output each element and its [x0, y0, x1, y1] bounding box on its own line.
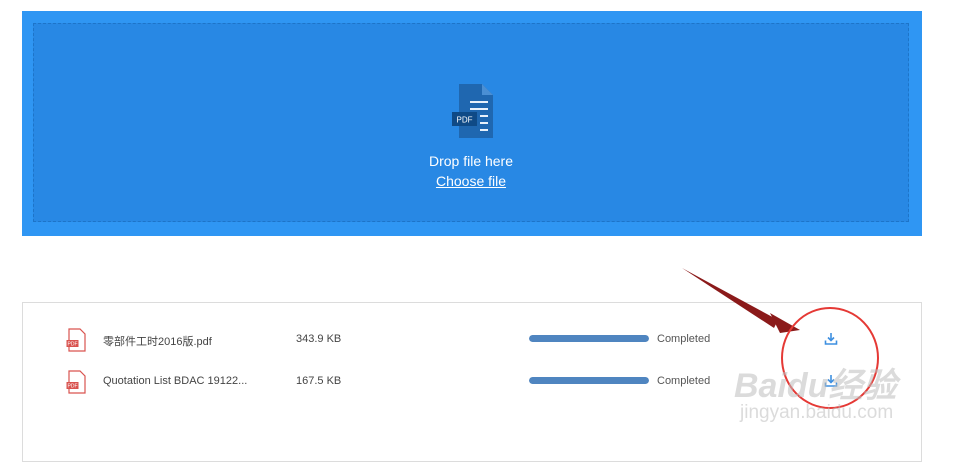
progress-fill — [529, 335, 649, 342]
upload-panel: PDF Drop file here Choose file — [22, 11, 922, 236]
pdf-document-icon: PDF — [452, 84, 493, 138]
download-icon[interactable] — [823, 331, 839, 347]
download-icon[interactable] — [823, 373, 839, 389]
svg-text:PDF: PDF — [68, 384, 78, 390]
progress-bar — [529, 335, 649, 342]
progress-bar — [529, 377, 649, 384]
pdf-badge-text: PDF — [457, 116, 473, 125]
file-row: PDF 零部件工时2016版.pdf 343.9 KB Completed — [23, 326, 921, 354]
choose-file-link[interactable]: Choose file — [436, 173, 506, 189]
drop-file-text: Drop file here — [428, 153, 514, 169]
file-row: PDF Quotation List BDAC 19122... 167.5 K… — [23, 368, 921, 396]
svg-text:PDF: PDF — [68, 342, 78, 348]
progress-fill — [529, 377, 649, 384]
file-size: 343.9 KB — [296, 333, 342, 345]
file-size: 167.5 KB — [296, 375, 342, 387]
choose-file-wrap: Choose file — [34, 173, 908, 189]
pdf-file-icon: PDF — [66, 370, 86, 394]
pdf-file-icon: PDF — [66, 328, 86, 352]
file-name: Quotation List BDAC 19122... — [103, 375, 248, 387]
file-name: 零部件工时2016版.pdf — [103, 336, 212, 348]
status-text: Completed — [657, 375, 711, 387]
status-text: Completed — [657, 333, 711, 345]
drop-zone[interactable]: PDF Drop file here Choose file — [33, 23, 909, 222]
file-list: PDF 零部件工时2016版.pdf 343.9 KB Completed PD… — [22, 302, 922, 462]
